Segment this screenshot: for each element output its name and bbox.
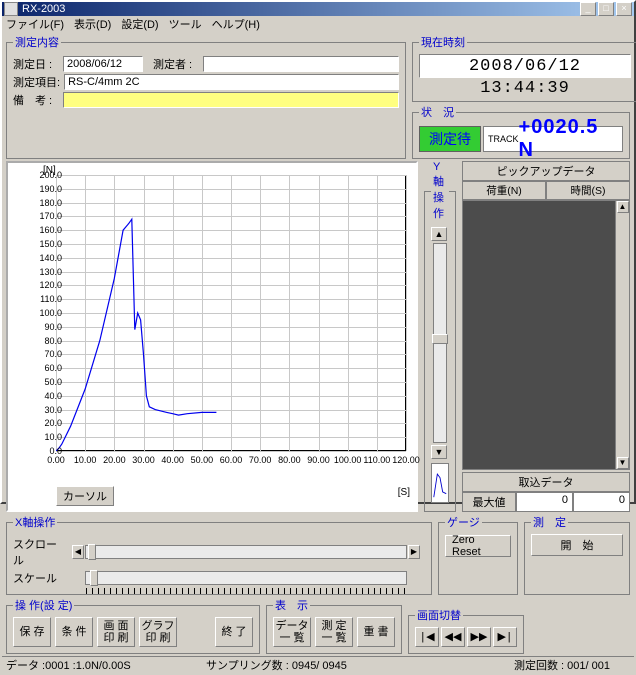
operator-value[interactable] <box>203 56 399 72</box>
display-legend: 表 示 <box>273 597 310 613</box>
xaxis-legend: X軸操作 <box>13 514 57 530</box>
pickup-col-load: 荷重(N) <box>462 181 546 200</box>
measurement-info-legend: 測定内容 <box>13 34 61 50</box>
minimize-button[interactable]: _ <box>580 2 596 16</box>
xaxis-control: X軸操作 スクロール ◀ ▶ スケール <box>6 514 432 595</box>
display-box: 表 示 データ 一 覧 測 定 一 覧 重 書 <box>266 597 402 654</box>
menu-tools[interactable]: ツール <box>169 16 202 32</box>
menu-settings[interactable]: 設定(D) <box>121 16 158 32</box>
statusbar: データ :0001 :1.0N/0.00S サンプリング数 : 0945/ 09… <box>2 656 634 673</box>
measure-exec-legend: 測 定 <box>531 514 568 530</box>
xaxis-scale-label: スケール <box>13 570 63 586</box>
prev-button[interactable]: ◀◀ <box>441 627 465 647</box>
capture-max-v2: 0 <box>573 492 630 512</box>
graph-print-button[interactable]: グラフ 印 刷 <box>139 617 177 647</box>
pickup-col-time: 時間(S) <box>546 181 630 200</box>
chart-pane: [N] 0.010.020.030.040.050.060.070.080.09… <box>6 161 418 512</box>
screen-print-button[interactable]: 画 面 印 刷 <box>97 617 135 647</box>
exit-button[interactable]: 終 了 <box>215 617 253 647</box>
menu-view[interactable]: 表示(D) <box>74 16 111 32</box>
measurement-info: 測定内容 測定日 : 2008/06/12 測定者 : 測定項目: RS-C/4… <box>6 34 406 159</box>
gauge-box: ゲージ Zero Reset <box>438 514 518 595</box>
chart-line <box>56 175 406 451</box>
clock-value: 2008/06/12 13:44:39 <box>419 54 631 78</box>
next-button[interactable]: ▶▶ <box>467 627 491 647</box>
item-label: 測定項目: <box>13 74 60 90</box>
yaxis-slider[interactable] <box>433 243 447 443</box>
clock-box: 現在時刻 2008/06/12 13:44:39 <box>412 34 636 102</box>
first-button[interactable]: |◀ <box>415 627 439 647</box>
operator-label: 測定者 : <box>153 56 199 72</box>
date-value[interactable]: 2008/06/12 <box>63 56 143 72</box>
date-label: 測定日 : <box>13 56 59 72</box>
titlebar[interactable]: RX-2003 _ □ × <box>2 2 634 16</box>
status-box: 状 況 測定待 TRACK +0020.5 N <box>412 104 630 159</box>
app-icon <box>4 2 18 16</box>
chart-xlabel: [S] <box>398 487 410 498</box>
ops-box: 操 作(設 定) 保 存 条 件 画 面 印 刷 グラフ 印 刷 終 了 <box>6 597 260 654</box>
zero-reset-button[interactable]: Zero Reset <box>445 535 511 557</box>
screen-switch-legend: 画面切替 <box>415 607 463 623</box>
scroll-down-icon[interactable]: ▼ <box>617 457 629 469</box>
remark-value[interactable] <box>63 92 399 108</box>
yaxis-down[interactable]: ▼ <box>431 445 447 459</box>
menubar: ファイル(F) 表示(D) 設定(D) ツール ヘルプ(H) <box>2 16 634 32</box>
close-button[interactable]: × <box>616 2 632 16</box>
force-value: +0020.5 N <box>519 116 618 162</box>
cond-button[interactable]: 条 件 <box>55 617 93 647</box>
status-legend: 状 況 <box>419 104 456 120</box>
capture-max-label: 最大値 <box>462 492 516 512</box>
pickup-scrollbar[interactable]: ▲ ▼ <box>615 201 629 469</box>
yaxis-control: Y軸操作 ▲ ▼ <box>424 161 456 512</box>
gauge-legend: ゲージ <box>445 514 482 530</box>
cursor-button[interactable]: カーソル <box>56 486 114 506</box>
status-count: 測定回数 : 001/ 001 <box>426 657 630 673</box>
measure-exec-box: 測 定 開 始 <box>524 514 630 595</box>
meas-list-button[interactable]: 測 定 一 覧 <box>315 617 353 647</box>
item-value[interactable]: RS-C/4mm 2C <box>64 74 399 90</box>
capture-table: 取込データ 最大値 0 0 <box>462 472 630 512</box>
xaxis-scroll-slider[interactable]: ◀ ▶ <box>85 545 407 559</box>
yaxis-mini-icon <box>431 463 449 503</box>
maximize-button[interactable]: □ <box>598 2 614 16</box>
xaxis-scroll-label: スクロール <box>13 536 63 568</box>
xaxis-scale-slider[interactable] <box>85 571 407 585</box>
status-data: データ :0001 :1.0N/0.00S <box>6 657 206 673</box>
pickup-body[interactable]: ▲ ▼ <box>462 200 630 470</box>
menu-file[interactable]: ファイル(F) <box>6 16 64 32</box>
yaxis-up[interactable]: ▲ <box>431 227 447 241</box>
clock-legend: 現在時刻 <box>419 34 467 50</box>
app-window: RX-2003 _ □ × ファイル(F) 表示(D) 設定(D) ツール ヘル… <box>0 0 636 504</box>
remark-label: 備 考 : <box>13 92 59 108</box>
ops-legend: 操 作(設 定) <box>13 597 74 613</box>
scroll-up-icon[interactable]: ▲ <box>617 201 629 213</box>
status-state: 測定待 <box>419 126 481 152</box>
menu-help[interactable]: ヘルプ(H) <box>212 16 260 32</box>
save-button[interactable]: 保 存 <box>13 617 51 647</box>
overlap-button[interactable]: 重 書 <box>357 617 395 647</box>
last-button[interactable]: ▶| <box>493 627 517 647</box>
pickup-header: ピックアップデータ <box>462 161 630 181</box>
window-title: RX-2003 <box>22 3 580 15</box>
capture-header: 取込データ <box>462 472 630 492</box>
capture-max-v1: 0 <box>516 492 573 512</box>
track-label: TRACK <box>488 134 519 144</box>
status-sampling: サンプリング数 : 0945/ 0945 <box>206 657 426 673</box>
arrow-right-icon[interactable]: ▶ <box>408 545 420 559</box>
arrow-left-icon[interactable]: ◀ <box>72 545 84 559</box>
pickup-table: ピックアップデータ 荷重(N) 時間(S) ▲ ▼ <box>462 161 630 470</box>
yaxis-legend: Y軸操作 <box>431 161 449 221</box>
data-list-button[interactable]: データ 一 覧 <box>273 617 311 647</box>
force-display: TRACK +0020.5 N <box>483 126 623 152</box>
start-button[interactable]: 開 始 <box>531 534 623 556</box>
screen-switch-box: 画面切替 |◀ ◀◀ ▶▶ ▶| <box>408 607 524 654</box>
